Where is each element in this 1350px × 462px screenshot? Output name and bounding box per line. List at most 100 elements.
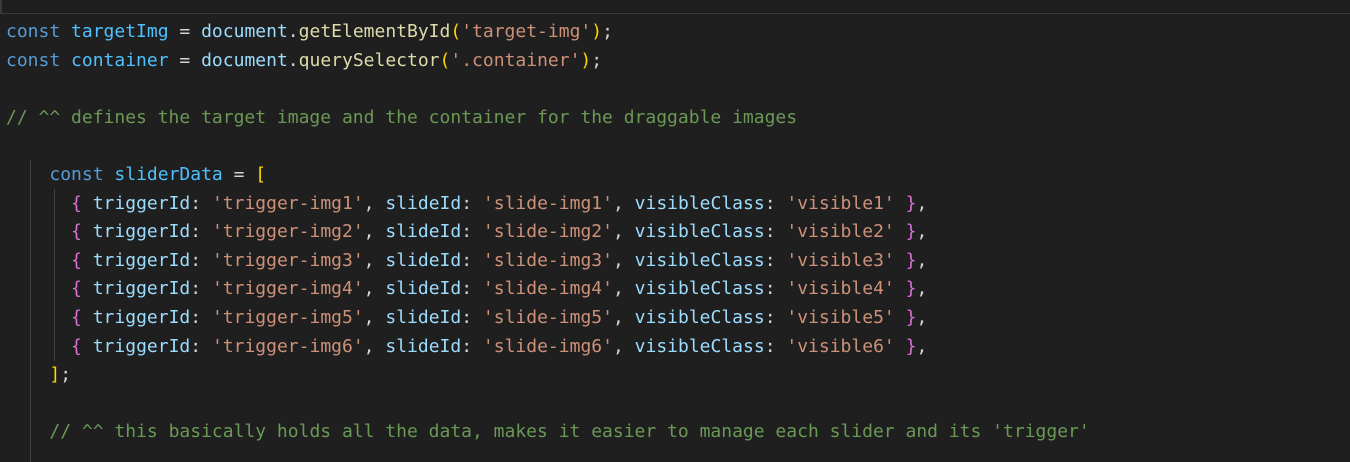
code-line[interactable]: { triggerId: 'trigger-img3', slideId: 's…: [6, 247, 927, 275]
code-token-punc: ;: [591, 49, 603, 71]
code-token-str: 'slide-img6': [482, 335, 613, 357]
code-token-punc: [6, 221, 71, 242]
code-line[interactable]: { triggerId: 'trigger-img4', slideId: 's…: [6, 275, 927, 303]
code-token-punc: ,: [363, 278, 386, 300]
code-token-punc: ,: [612, 249, 635, 271]
code-token-b1: (: [450, 21, 462, 42]
code-token-b1: [: [255, 164, 267, 185]
code-token-punc: ,: [363, 335, 386, 357]
editor-left-edge: [0, 0, 2, 14]
code-token-punc: [60, 50, 71, 71]
code-token-prop: visibleClass: [634, 335, 765, 357]
code-token-b2: {: [71, 278, 82, 300]
code-token-punc: ,: [916, 278, 928, 300]
code-line[interactable]: const container = document.querySelector…: [6, 47, 602, 75]
code-token-punc: :: [190, 307, 212, 328]
code-line[interactable]: ];: [6, 361, 71, 389]
code-token-str: 'visible1': [786, 192, 895, 214]
code-token-punc: ,: [916, 192, 928, 214]
code-token-str: 'slide-img3': [482, 249, 613, 271]
code-token-str: 'slide-img4': [482, 278, 613, 300]
code-token-b2: }: [905, 335, 917, 357]
code-token-punc: :: [764, 192, 787, 214]
code-token-prop: triggerId: [92, 278, 191, 300]
code-token-punc: .: [287, 21, 299, 42]
code-token-b2: {: [71, 307, 82, 328]
code-token-kw: const: [6, 49, 61, 71]
code-token-punc: :: [461, 335, 483, 357]
code-line[interactable]: const targetImg = document.getElementByI…: [6, 18, 613, 46]
code-token-prop: visibleClass: [634, 307, 765, 328]
code-token-punc: [82, 278, 93, 299]
code-line[interactable]: const sliderData = [: [6, 161, 266, 189]
code-token-punc: :: [764, 249, 787, 271]
code-token-str: 'trigger-img4': [211, 278, 364, 300]
code-token-kw: const: [49, 164, 104, 185]
code-token-punc: :: [190, 278, 212, 300]
code-token-punc: :: [190, 335, 212, 357]
code-token-prop: triggerId: [92, 221, 191, 243]
code-token-prop: slideId: [385, 335, 462, 357]
code-token-prop: slideId: [385, 278, 462, 300]
code-token-punc: :: [461, 192, 483, 214]
code-token-fn: getElementById: [298, 21, 451, 42]
code-token-b2: {: [71, 335, 82, 357]
code-token-prop: document: [201, 49, 288, 71]
code-token-punc: ,: [916, 335, 928, 357]
code-token-str: 'slide-img2': [482, 221, 613, 243]
code-token-punc: :: [190, 221, 212, 243]
code-token-prop: slideId: [385, 192, 462, 214]
code-token-str: 'trigger-img2': [211, 221, 364, 243]
code-token-punc: [6, 364, 49, 385]
code-line[interactable]: { triggerId: 'trigger-img2', slideId: 's…: [6, 218, 927, 246]
code-token-punc: [895, 250, 906, 271]
code-token-punc: =: [222, 164, 256, 185]
code-token-punc: ,: [916, 307, 928, 328]
code-token-punc: :: [461, 221, 483, 243]
code-token-str: 'trigger-img6': [211, 335, 364, 357]
code-token-var: container: [71, 49, 169, 71]
code-token-str: 'trigger-img3': [211, 249, 364, 271]
code-token-punc: ;: [602, 21, 613, 42]
code-token-prop: triggerId: [92, 249, 191, 271]
code-token-punc: [6, 278, 71, 299]
code-token-punc: [82, 250, 93, 271]
code-token-str: 'slide-img5': [482, 307, 613, 328]
code-token-b2: {: [71, 192, 82, 214]
code-token-fn: querySelector: [298, 49, 440, 71]
code-line[interactable]: { triggerId: 'trigger-img6', slideId: 's…: [6, 333, 927, 361]
code-token-str: 'visible5': [786, 307, 895, 328]
code-token-punc: ,: [612, 335, 635, 357]
code-token-prop: visibleClass: [634, 192, 765, 214]
code-token-prop: visibleClass: [634, 249, 765, 271]
code-token-punc: :: [764, 307, 787, 328]
code-token-punc: :: [190, 249, 212, 271]
code-token-punc: ,: [612, 307, 635, 328]
code-token-punc: [82, 221, 93, 242]
code-token-punc: ,: [612, 278, 635, 300]
code-token-punc: ,: [916, 221, 928, 243]
code-token-punc: :: [461, 307, 483, 328]
code-token-str: 'trigger-img1': [211, 192, 364, 214]
code-token-prop: slideId: [385, 249, 462, 271]
code-token-punc: [6, 421, 49, 442]
code-token-punc: :: [764, 335, 787, 357]
code-line[interactable]: // ^^ defines the target image and the c…: [6, 104, 797, 132]
code-token-prop: visibleClass: [634, 221, 765, 243]
code-token-punc: ,: [363, 249, 386, 271]
code-line[interactable]: { triggerId: 'trigger-img5', slideId: 's…: [6, 304, 927, 332]
code-editor[interactable]: const targetImg = document.getElementByI…: [0, 0, 1350, 462]
code-token-punc: :: [461, 278, 483, 300]
code-token-str: 'visible4': [786, 278, 895, 300]
code-token-punc: [895, 278, 906, 299]
code-token-punc: ,: [612, 192, 635, 214]
code-token-punc: [60, 21, 71, 42]
code-token-b2: {: [71, 221, 82, 243]
code-token-prop: visibleClass: [634, 278, 765, 300]
code-line[interactable]: { triggerId: 'trigger-img1', slideId: 's…: [6, 190, 927, 218]
code-token-punc: ,: [363, 307, 386, 328]
code-line[interactable]: // ^^ this basically holds all the data,…: [6, 418, 1089, 446]
code-token-punc: [6, 250, 71, 271]
code-token-str: 'visible3': [786, 249, 895, 271]
code-token-punc: :: [764, 278, 787, 300]
